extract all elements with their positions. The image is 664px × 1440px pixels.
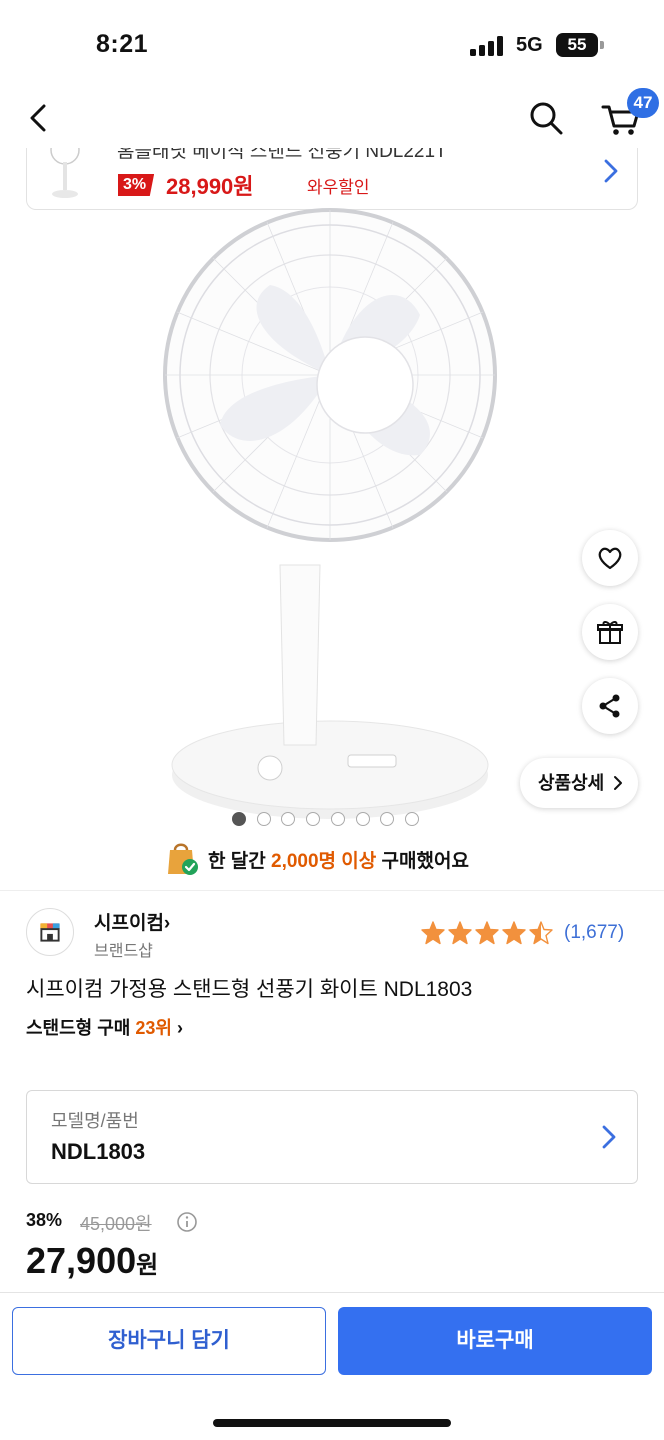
signal-icon: [470, 36, 504, 56]
recommended-wow-discount-tag: 와우할인: [307, 178, 370, 197]
category-rank-link[interactable]: 스탠드형 구매 23위 ›: [26, 1014, 183, 1040]
cart-count-badge: 47: [627, 88, 659, 118]
sale-price: 27,900원: [26, 1240, 159, 1281]
recommended-product-card[interactable]: 홈플래닛 베이직 스탠드 선풍기 NDL221T 3% 28,990원 와우할인: [26, 148, 638, 210]
share-button[interactable]: [582, 678, 638, 734]
battery-icon: 55: [556, 33, 604, 57]
product-detail-label: 상품상세: [538, 773, 605, 793]
add-to-cart-button[interactable]: 장바구니 담기: [12, 1307, 326, 1375]
search-icon[interactable]: [526, 98, 566, 138]
purchase-count-highlight: 2,000명 이상: [271, 851, 377, 872]
battery-level: 55: [567, 35, 587, 54]
chevron-right-icon: [602, 1125, 616, 1149]
chevron-right-icon[interactable]: [599, 156, 623, 186]
recommended-discount-badge: 3%: [118, 174, 155, 196]
share-icon: [599, 694, 620, 718]
brand-shop-label: 브랜드샵: [94, 943, 153, 960]
wishlist-button[interactable]: [582, 530, 638, 586]
review-count[interactable]: (1,677): [564, 922, 624, 944]
recommended-price: 28,990원: [166, 174, 254, 199]
model-option-selector[interactable]: 모델명/품번 NDL1803: [26, 1090, 638, 1184]
back-icon[interactable]: [20, 98, 56, 138]
original-price: 45,000원: [80, 1214, 152, 1234]
option-label: 모델명/품번: [51, 1111, 139, 1131]
carousel-dot[interactable]: [232, 812, 246, 826]
star-icon: [421, 921, 445, 945]
shopping-bag-icon: [168, 843, 198, 875]
rank-value: 23위: [135, 1018, 172, 1038]
purchase-count-banner: 한 달간 2,000명 이상 구매했어요: [0, 838, 664, 878]
star-icon: [448, 921, 472, 945]
carousel-dot[interactable]: [404, 812, 419, 826]
nav-bar: [0, 92, 664, 148]
product-title: 시프이컴 가정용 스탠드형 선풍기 화이트 NDL1803: [26, 978, 473, 1001]
chevron-right-icon: [614, 776, 622, 790]
brand-name-link[interactable]: 시프이컴›: [94, 908, 170, 935]
star-icon: [529, 921, 553, 945]
discount-rate: 38%: [26, 1210, 63, 1230]
option-value: NDL1803: [51, 1139, 146, 1164]
home-indicator: [213, 1419, 451, 1427]
brand-logo[interactable]: [26, 908, 74, 956]
carousel-dot[interactable]: [306, 812, 321, 826]
carousel-dot[interactable]: [330, 812, 345, 826]
gift-button[interactable]: [582, 604, 638, 660]
product-image[interactable]: [120, 205, 540, 825]
gift-icon: [597, 621, 623, 644]
bottom-action-bar: 장바구니 담기 바로구매: [0, 1292, 664, 1440]
star-icon: [502, 921, 526, 945]
network-type: 5G: [516, 34, 543, 56]
status-bar: 8:21 5G 55: [0, 0, 664, 92]
info-icon[interactable]: [176, 1211, 198, 1233]
purchase-count-text: 한 달간 2,000명 이상 구매했어요: [208, 851, 469, 872]
product-detail-button[interactable]: 상품상세: [520, 758, 638, 808]
star-icon: [475, 921, 499, 945]
divider: [0, 890, 664, 891]
carousel-dot[interactable]: [256, 812, 271, 826]
recommended-product-thumbnail: [50, 148, 80, 198]
heart-icon: [598, 547, 622, 570]
status-time: 8:21: [96, 30, 149, 58]
buy-now-button[interactable]: 바로구매: [338, 1307, 652, 1375]
recommended-product-name: 홈플래닛 베이직 스탠드 선풍기 NDL221T: [117, 148, 447, 162]
carousel-dot[interactable]: [355, 812, 370, 826]
